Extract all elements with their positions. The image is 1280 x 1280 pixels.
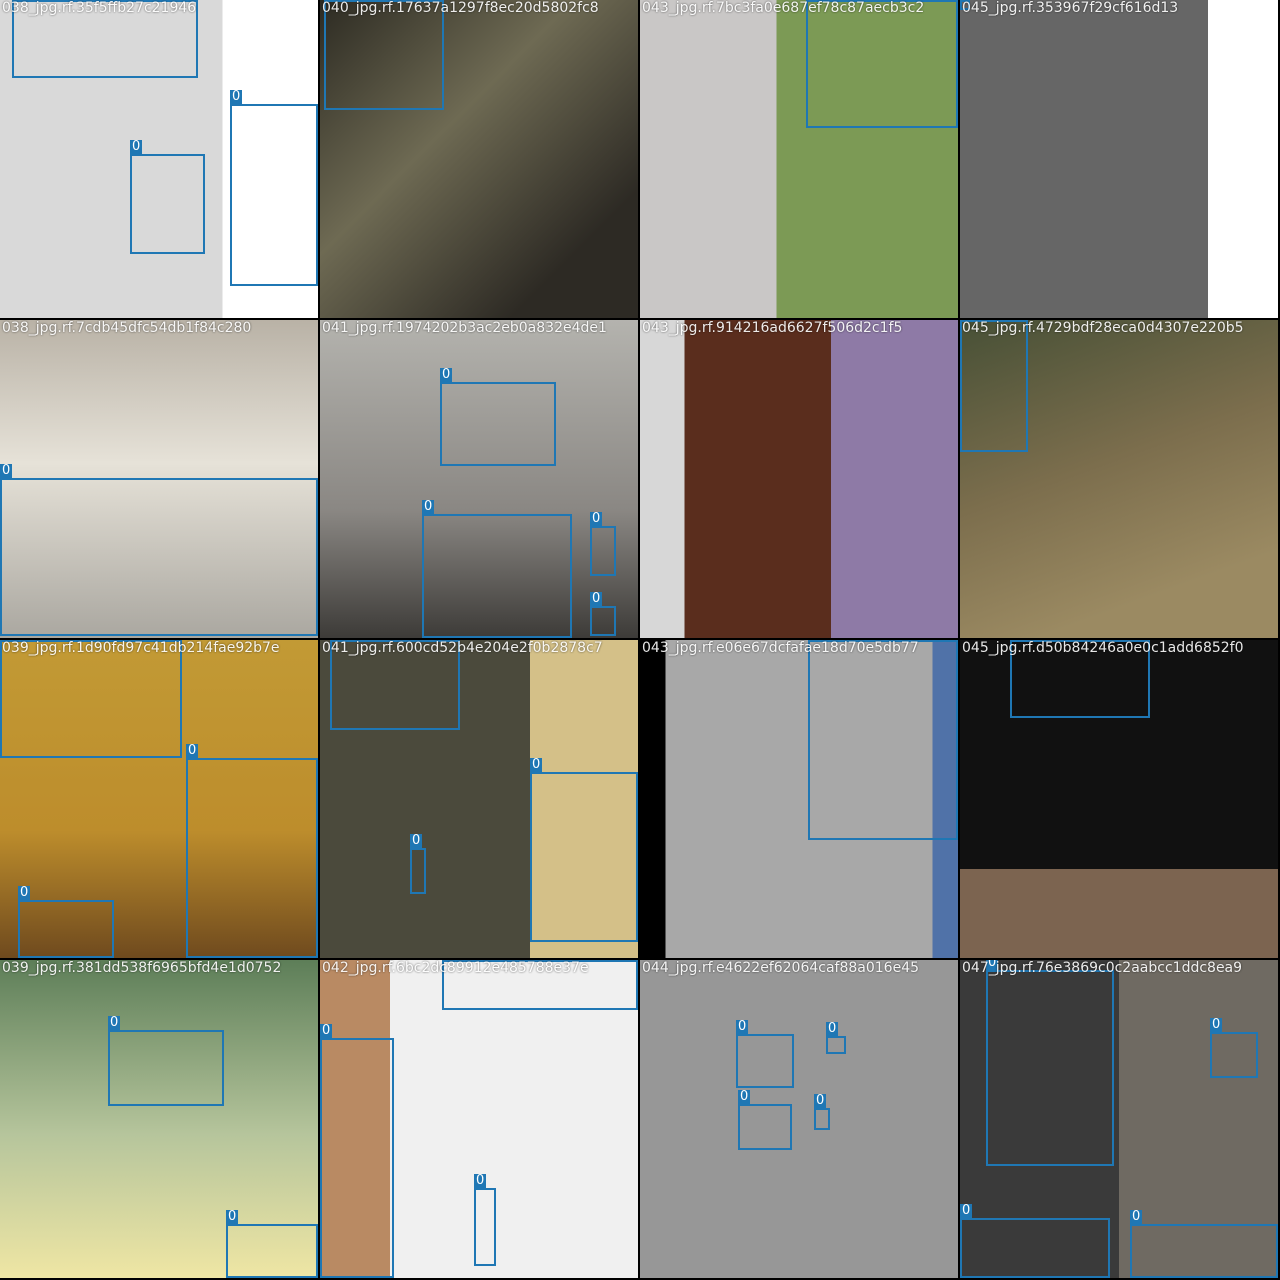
detection-mosaic: 038_jpg.rf.35f5ffb27c21946000040_jpg.rf.…	[0, 0, 1280, 1280]
tile-image	[640, 320, 958, 638]
mosaic-tile: 038_jpg.rf.7cdb45dfc54db1f84c280 0	[0, 320, 318, 638]
bbox-class-label: 0	[530, 757, 543, 772]
bounding-box: 0	[1130, 1210, 1278, 1278]
bbox-class-label: 0	[230, 89, 243, 104]
bbox-class-label: 0	[590, 511, 603, 526]
bbox-class-label: 0	[186, 743, 199, 758]
mosaic-tile: 043_jpg.rf.e06e67dcfafae18d70e5db770	[640, 640, 958, 958]
bounding-box: 0	[226, 1210, 318, 1278]
bounding-box: 0	[186, 744, 318, 958]
mosaic-tile: 038_jpg.rf.35f5ffb27c21946000	[0, 0, 318, 318]
tile-title: 045_jpg.rf.d50b84246a0e0c1add6852f0	[962, 640, 1244, 656]
bounding-box: 0	[422, 500, 572, 638]
mosaic-tile: 045_jpg.rf.d50b84246a0e0c1add6852f00	[960, 640, 1278, 958]
bounding-box: 0	[324, 0, 444, 110]
mosaic-tile: 040_jpg.rf.17637a1297f8ec20d5802fc80	[320, 0, 638, 318]
mosaic-tile: 041_jpg.rf.600cd52b4e204e2f0b2878c7000	[320, 640, 638, 958]
bbox-class-label: 0	[108, 1015, 121, 1030]
mosaic-tile: 044_jpg.rf.e4622ef62064caf88a016e45 0 0 0 0	[640, 960, 958, 1278]
bbox-class-label: 0	[960, 1203, 973, 1218]
bbox-class-label: 0	[1130, 1209, 1143, 1224]
bbox-class-label: 0	[738, 1089, 751, 1104]
tile-title: 039_jpg.rf.1d90fd97c41db214fae92b7e	[2, 640, 280, 656]
bounding-box: 0	[826, 1022, 846, 1054]
tile-title: 043_jpg.rf.e06e67dcfafae18d70e5db77	[642, 640, 919, 656]
bbox-class-label: 0	[474, 1173, 487, 1188]
tile-title: 047_jpg.rf.76e3869c0c2aabcc1ddc8ea9	[962, 960, 1243, 976]
bbox-class-label: 0	[320, 1023, 333, 1038]
bbox-class-label: 0	[18, 885, 31, 900]
bounding-box: 0	[474, 1174, 496, 1266]
tile-image	[640, 960, 958, 1278]
mosaic-tile: 043_jpg.rf.7bc3fa0e687ef78c87aecb3c20	[640, 0, 958, 318]
tile-title: 043_jpg.rf.914216ad6627f506d2c1f5	[642, 320, 903, 336]
bounding-box: 0	[590, 592, 616, 636]
bounding-box: 0	[410, 834, 426, 894]
bbox-class-label: 0	[826, 1021, 839, 1036]
mosaic-tile: 039_jpg.rf.381dd538f6965bfd4e1d0752 0 0	[0, 960, 318, 1278]
bounding-box: 0	[440, 368, 556, 466]
mosaic-tile: 047_jpg.rf.76e3869c0c2aabcc1ddc8ea9 0 0 0 0	[960, 960, 1278, 1278]
bounding-box: 0	[736, 1020, 794, 1088]
bbox-class-label: 0	[736, 1019, 749, 1034]
tile-title: 038_jpg.rf.35f5ffb27c21946	[2, 0, 197, 16]
bounding-box: 0	[530, 758, 638, 942]
bounding-box: 0	[986, 960, 1114, 1166]
bbox-class-label: 0	[226, 1209, 239, 1224]
bounding-box: 0	[806, 0, 958, 128]
bbox-class-label: 0	[0, 463, 13, 478]
bbox-class-label: 0	[440, 367, 453, 382]
bounding-box: 0	[1210, 1018, 1258, 1078]
tile-title: 045_jpg.rf.353967f29cf616d13	[962, 0, 1179, 16]
bbox-class-label: 0	[422, 499, 435, 514]
mosaic-tile: 045_jpg.rf.353967f29cf616d130	[960, 0, 1278, 318]
bbox-class-label: 0	[410, 833, 423, 848]
bounding-box: 0	[0, 640, 182, 758]
mosaic-tile: 042_jpg.rf.6bc2dc89912e485788e37e000	[320, 960, 638, 1278]
tile-title: 041_jpg.rf.600cd52b4e204e2f0b2878c7	[322, 640, 603, 656]
tile-title: 040_jpg.rf.17637a1297f8ec20d5802fc8	[322, 0, 599, 16]
bounding-box: 0	[230, 90, 318, 286]
mosaic-tile: 043_jpg.rf.914216ad6627f506d2c1f5	[640, 320, 958, 638]
bounding-box: 0	[320, 1024, 394, 1278]
bounding-box: 0	[960, 320, 1028, 452]
tile-image	[960, 0, 1278, 318]
mosaic-tile: 045_jpg.rf.4729bdf28eca0d4307e220b50	[960, 320, 1278, 638]
tile-title: 044_jpg.rf.e4622ef62064caf88a016e45	[642, 960, 920, 976]
bbox-class-label: 0	[814, 1093, 827, 1108]
bbox-class-label: 0	[590, 591, 603, 606]
bounding-box: 0	[18, 886, 114, 958]
bbox-class-label: 0	[1210, 1017, 1223, 1032]
bounding-box: 0	[960, 1204, 1110, 1278]
tile-title: 038_jpg.rf.7cdb45dfc54db1f84c280	[2, 320, 252, 336]
tile-title: 042_jpg.rf.6bc2dc89912e485788e37e	[322, 960, 589, 976]
bounding-box: 0	[808, 640, 958, 840]
tile-title: 045_jpg.rf.4729bdf28eca0d4307e220b5	[962, 320, 1244, 336]
mosaic-tile: 041_jpg.rf.1974202b3ac2eb0a832e4de1 0 0 0 0	[320, 320, 638, 638]
bounding-box: 0	[130, 140, 205, 254]
tile-title: 039_jpg.rf.381dd538f6965bfd4e1d0752	[2, 960, 282, 976]
bounding-box: 0	[0, 464, 318, 636]
bounding-box: 0	[814, 1094, 830, 1130]
bounding-box: 0	[738, 1090, 792, 1150]
tile-title: 041_jpg.rf.1974202b3ac2eb0a832e4de1	[322, 320, 607, 336]
mosaic-tile: 039_jpg.rf.1d90fd97c41db214fae92b7e000	[0, 640, 318, 958]
bounding-box: 0	[108, 1016, 224, 1106]
bounding-box: 0	[590, 512, 616, 576]
tile-title: 043_jpg.rf.7bc3fa0e687ef78c87aecb3c2	[642, 0, 925, 16]
bbox-class-label: 0	[130, 139, 143, 154]
